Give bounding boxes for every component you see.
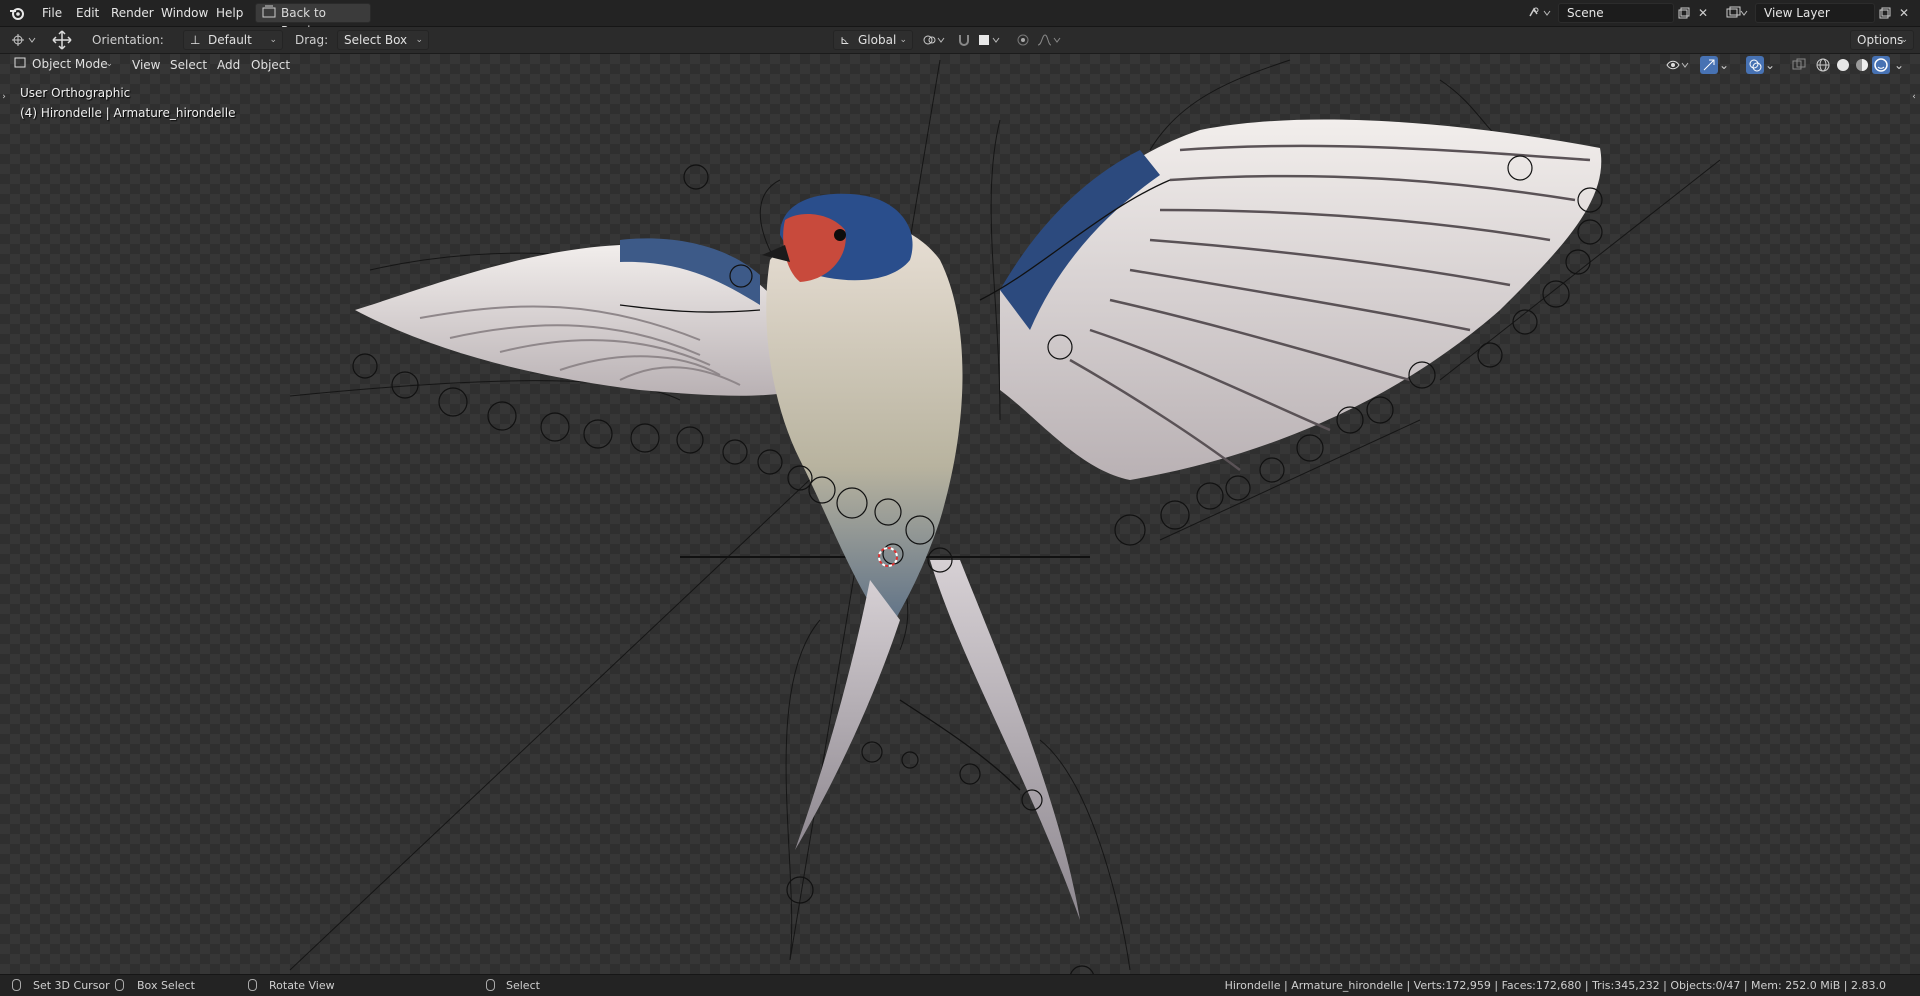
back-icon	[262, 4, 276, 25]
object-mode-icon	[14, 55, 26, 74]
view-layer-name: View Layer	[1764, 6, 1830, 20]
transform-axes-icon: ⊾	[840, 33, 851, 47]
orientation-axes-icon: ⊥	[190, 33, 201, 47]
status-rotate-view: Rotate View	[269, 979, 335, 992]
pivot-point-icon[interactable]	[920, 31, 948, 49]
material-shading-icon[interactable]	[1853, 56, 1871, 74]
new-view-layer-icon[interactable]	[1876, 4, 1894, 22]
3d-viewport[interactable]: Object Mode ⌄ View Select Add Object ⌄ ⌄	[0, 54, 1920, 974]
orientation-value: Default	[208, 33, 252, 47]
scene-name: Scene	[1567, 6, 1604, 20]
gizmo-icon[interactable]	[1700, 56, 1718, 74]
active-object-info: (4) Hirondelle | Armature_hirondelle	[20, 106, 236, 120]
status-set-cursor: Set 3D Cursor	[33, 979, 110, 992]
falloff-icon[interactable]	[1035, 31, 1065, 49]
chevron-down-icon: ⌄	[415, 35, 423, 45]
overlays-dropdown-icon[interactable]: ⌄	[1764, 56, 1776, 74]
orientation-label: Orientation:	[92, 33, 164, 47]
blender-logo-icon[interactable]	[8, 4, 26, 22]
move-tool-icon[interactable]	[50, 30, 74, 50]
right-mouse-icon	[486, 979, 495, 991]
options-label: Options	[1857, 33, 1904, 47]
options-dropdown[interactable]: Options ⌄	[1850, 30, 1914, 50]
viewport-menu-add[interactable]: Add	[212, 56, 245, 74]
overlays-icon[interactable]	[1746, 56, 1764, 74]
chevron-down-icon: ⌄	[105, 59, 113, 69]
menu-edit[interactable]: Edit	[70, 4, 105, 22]
scene-statistics: Hirondelle | Armature_hirondelle | Verts…	[1224, 979, 1886, 992]
transform-orientation-value: Global	[858, 33, 897, 47]
tool-settings-bar: Orientation: ⊥ Default ⌄ Drag: Select Bo…	[0, 27, 1920, 54]
viewport-menu-select[interactable]: Select	[165, 56, 212, 74]
delete-scene-icon[interactable]: ✕	[1694, 4, 1712, 22]
drag-value: Select Box	[344, 33, 408, 47]
status-bar: Set 3D Cursor Box Select Rotate View Sel…	[0, 974, 1920, 996]
scene-icon[interactable]	[1525, 4, 1555, 22]
viewport-menu-view[interactable]: View	[127, 56, 165, 74]
object-mode-dropdown[interactable]: Object Mode ⌄	[8, 55, 118, 75]
toolbar-expand-icon[interactable]: ›	[0, 88, 8, 106]
drag-label: Drag:	[295, 33, 329, 47]
snap-element-icon[interactable]	[975, 31, 1005, 49]
drag-dropdown[interactable]: Select Box ⌄	[337, 30, 429, 50]
middle-mouse-icon	[248, 979, 257, 991]
chevron-down-icon: ⌄	[1900, 35, 1908, 45]
solid-shading-icon[interactable]	[1834, 56, 1852, 74]
transform-orientation-dropdown[interactable]: ⊾ Global ⌄	[833, 30, 913, 50]
menu-file[interactable]: File	[36, 4, 68, 22]
swallow-rigged-model	[289, 59, 1721, 974]
view-layer-icon[interactable]	[1722, 4, 1752, 22]
status-box-select: Box Select	[137, 979, 195, 992]
menu-window[interactable]: Window	[155, 4, 214, 22]
menu-help[interactable]: Help	[210, 4, 249, 22]
xray-icon[interactable]	[1790, 56, 1808, 74]
viewport-header: Object Mode ⌄ View Select Add Object ⌄ ⌄	[0, 54, 1920, 76]
object-mode-label: Object Mode	[32, 57, 108, 71]
chevron-down-icon: ⌄	[269, 35, 277, 45]
top-bar: File Edit Render Window Help Back to Pre…	[0, 0, 1920, 38]
menu-render[interactable]: Render	[105, 4, 160, 22]
sidebar-expand-icon[interactable]: ‹	[1910, 88, 1918, 106]
chevron-down-icon: ⌄	[899, 35, 907, 45]
view-layer-field[interactable]: View Layer	[1755, 3, 1875, 23]
wireframe-shading-icon[interactable]	[1814, 56, 1832, 74]
delete-view-layer-icon[interactable]: ✕	[1895, 4, 1913, 22]
editor-type-icon[interactable]	[8, 31, 40, 49]
right-mouse-icon	[115, 979, 124, 991]
status-select: Select	[506, 979, 540, 992]
rendered-shading-icon[interactable]	[1872, 56, 1890, 74]
orientation-dropdown[interactable]: ⊥ Default ⌄	[183, 30, 283, 50]
shading-dropdown-icon[interactable]: ⌄	[1893, 56, 1905, 74]
snap-icon[interactable]	[955, 31, 973, 49]
left-mouse-icon	[12, 979, 21, 991]
new-scene-icon[interactable]	[1675, 4, 1693, 22]
visibility-icon[interactable]	[1664, 56, 1692, 74]
viewport-menu-object[interactable]: Object	[246, 56, 295, 74]
view-name: User Orthographic	[20, 86, 131, 100]
scene-field[interactable]: Scene	[1558, 3, 1674, 23]
back-to-previous-button[interactable]: Back to Previous	[255, 3, 371, 38]
gizmo-dropdown-icon[interactable]: ⌄	[1718, 56, 1730, 74]
proportional-editing-icon[interactable]	[1014, 31, 1032, 49]
